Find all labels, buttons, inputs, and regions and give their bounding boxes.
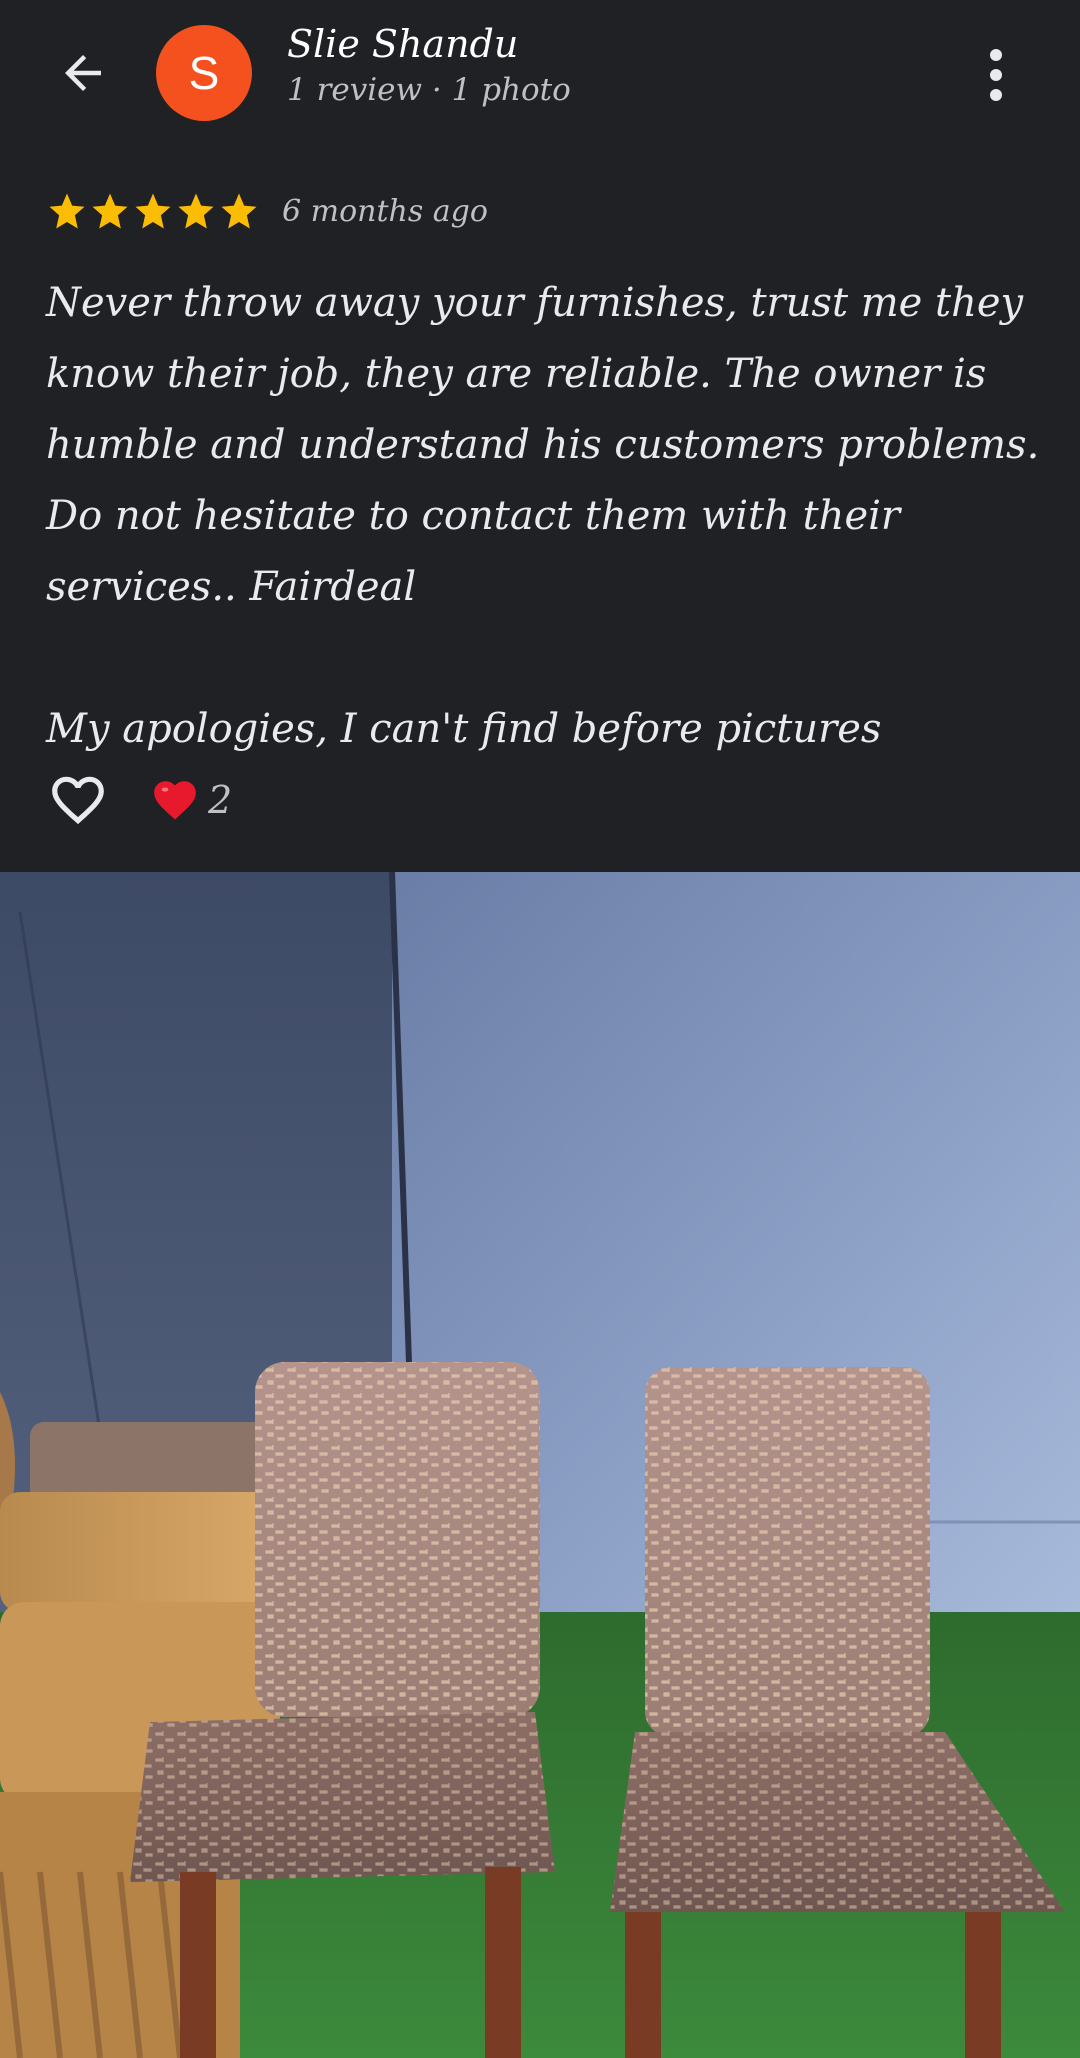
star-icon: [178, 193, 214, 229]
more-vertical-icon-dot: [990, 89, 1002, 101]
star-icon: [92, 193, 128, 229]
arrow-left-icon: [65, 55, 101, 91]
reviewer-stats: 1 review · 1 photo: [287, 72, 571, 108]
star-icon: [135, 193, 171, 229]
more-vertical-icon: [990, 49, 1002, 61]
star-icon: [221, 193, 257, 229]
back-button[interactable]: [48, 38, 118, 108]
reviewer-name[interactable]: Slie Shandu: [287, 22, 518, 66]
star-rating: [46, 190, 260, 232]
review-header: S Slie Shandu 1 review · 1 photo: [0, 0, 1080, 150]
reactions-row: 2: [46, 768, 232, 832]
review-photo-image: [0, 872, 1080, 2058]
review-paragraph: My apologies, I can't find before pictur…: [46, 706, 882, 752]
review-text: Never throw away your furnishes, trust m…: [46, 268, 1046, 765]
like-button[interactable]: [46, 768, 110, 832]
reaction-count: 2: [208, 778, 233, 822]
more-vertical-icon-dot: [990, 69, 1002, 81]
heart-outline-icon: [52, 776, 104, 825]
star-icon: [49, 193, 85, 229]
avatar[interactable]: S: [156, 25, 252, 121]
avatar-letter: S: [188, 47, 220, 99]
red-heart-icon: [154, 781, 196, 820]
reaction-summary[interactable]: 2: [150, 775, 232, 825]
review-paragraph: Never throw away your furnishes, trust m…: [46, 280, 1040, 610]
more-options-button[interactable]: [976, 40, 1016, 110]
rating-row: 6 months ago: [46, 186, 488, 236]
review-date: 6 months ago: [282, 193, 488, 229]
review-photo[interactable]: [0, 872, 1080, 2058]
